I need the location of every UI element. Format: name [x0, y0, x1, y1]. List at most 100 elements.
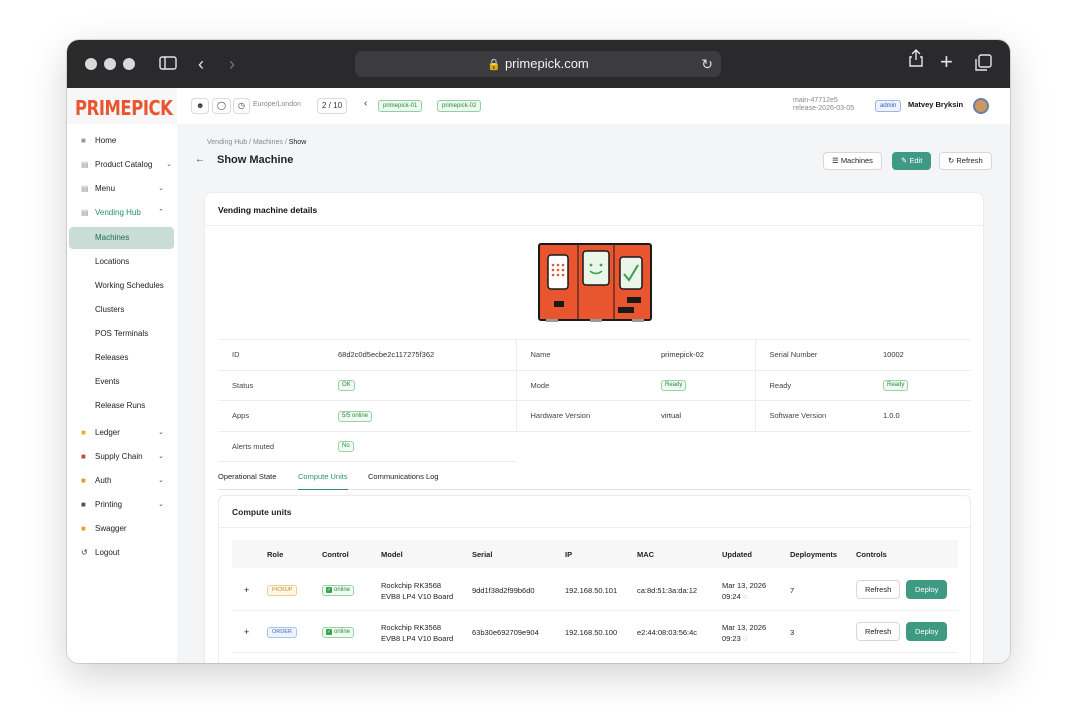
role-badge: ORDER: [267, 627, 297, 638]
edit-button-label: Edit: [909, 156, 923, 165]
role-badge: admin: [875, 100, 902, 112]
sidebar-toggle-icon[interactable]: [159, 52, 177, 76]
row-refresh-button[interactable]: Refresh: [856, 622, 901, 641]
home-icon: ■: [81, 136, 86, 145]
sidebar-item-working-schedules[interactable]: Working Schedules: [69, 275, 174, 297]
globe-icon[interactable]: ◯: [212, 98, 231, 114]
alerts-muted-cell: No: [324, 430, 516, 462]
table-row: + ORDER ✓ online Rockchip RK3568 EVB8 LP4 …: [232, 611, 958, 653]
forward-nav-icon[interactable]: ›: [229, 52, 235, 76]
sidebar-item-releases[interactable]: Releases: [69, 347, 174, 369]
row-refresh-button[interactable]: Refresh: [856, 580, 901, 599]
expand-row-icon[interactable]: +: [244, 585, 249, 595]
sidebar-item-label: Releases: [95, 353, 129, 362]
key-icon: ■: [81, 476, 86, 485]
chevron-down-icon: ⌄: [158, 429, 164, 436]
expand-row-icon[interactable]: +: [244, 627, 249, 637]
zoom-window-button[interactable]: [123, 58, 135, 70]
back-nav-icon[interactable]: ‹: [198, 52, 204, 76]
sidebar-item-events[interactable]: Events: [69, 371, 174, 393]
detail-tabs: Operational State Compute Units Communic…: [218, 470, 971, 490]
model-cell: Rockchip RK3568 EVB8 LP4 V10 Board: [381, 622, 453, 644]
timezone-label[interactable]: Europe/London: [253, 101, 301, 108]
mode-label: Mode: [515, 369, 647, 401]
sidebar-item-swagger[interactable]: ■ Swagger: [69, 518, 174, 540]
updated-cell: Mar 13, 2026 09:24 ○: [722, 580, 766, 602]
col-role[interactable]: Role: [267, 550, 283, 559]
col-updated[interactable]: Updated: [722, 550, 752, 559]
breadcrumb-vending-hub[interactable]: Vending Hub: [207, 139, 247, 146]
sidebar-item-printing[interactable]: ■ Printing ⌄: [69, 494, 174, 516]
table-row: + PICKUP ✓ online Rockchip RK3568 EVB8 LP4…: [232, 569, 958, 611]
tab-operational-state[interactable]: Operational State: [218, 470, 276, 484]
list-icon: ☰: [832, 156, 841, 165]
sidebar-item-product-catalog[interactable]: ▤ Product Catalog ⌄: [69, 154, 174, 176]
updated-time: 09:23: [722, 634, 741, 643]
minimize-window-button[interactable]: [104, 58, 116, 70]
sidebar-item-menu[interactable]: ▤ Menu ⌄: [69, 178, 174, 200]
machine-tag-2[interactable]: primepick-02: [437, 100, 482, 112]
user-icon[interactable]: ☻: [191, 98, 210, 114]
clock-icon[interactable]: ◷: [233, 98, 250, 114]
alerts-muted-label: Alerts muted: [218, 430, 324, 462]
machines-button[interactable]: ☰ Machines: [823, 152, 882, 170]
details-row: Status OK Mode Ready Ready Ready: [218, 369, 971, 401]
sidebar-item-clusters[interactable]: Clusters: [69, 299, 174, 321]
col-model[interactable]: Model: [381, 550, 403, 559]
machines-button-label: Machines: [840, 156, 873, 165]
card-divider: [205, 225, 983, 226]
col-serial[interactable]: Serial: [472, 550, 492, 559]
sidebar-item-release-runs[interactable]: Release Runs: [69, 395, 174, 417]
logout-icon: ↺: [81, 548, 88, 557]
col-control[interactable]: Control: [322, 550, 349, 559]
mac-cell: ca:8d:51:3a:da:12: [637, 586, 698, 595]
sidebar-item-pos-terminals[interactable]: POS Terminals: [69, 323, 174, 345]
compute-units-title: Compute units: [232, 507, 292, 517]
prev-machine-icon[interactable]: ‹: [364, 98, 367, 109]
sidebar-item-home[interactable]: ■ Home: [69, 130, 174, 152]
col-controls[interactable]: Controls: [856, 550, 887, 559]
sidebar-item-logout[interactable]: ↺ Logout: [69, 542, 174, 564]
deploy-button[interactable]: Deploy: [906, 622, 948, 641]
sidebar-item-locations[interactable]: Locations: [69, 251, 174, 273]
user-name[interactable]: Matvey Bryksin: [908, 100, 963, 109]
main-content: Vending Hub / Machines / Show ← Show Mac…: [177, 124, 1010, 663]
share-icon[interactable]: [909, 49, 923, 73]
col-ip[interactable]: IP: [565, 550, 572, 559]
status-label: Status: [218, 369, 324, 401]
tabs-overview-icon[interactable]: [975, 53, 992, 77]
ip-cell: 192.168.50.100: [565, 628, 618, 637]
address-bar[interactable]: 🔒 primepick.com ↻: [355, 51, 721, 77]
col-mac[interactable]: MAC: [637, 550, 654, 559]
catalog-icon: ▤: [81, 160, 89, 169]
build-branch: main-47712e5: [793, 97, 838, 104]
tab-compute-units[interactable]: Compute Units: [298, 470, 348, 490]
updated-date: Mar 13, 2026: [722, 581, 767, 590]
sidebar-item-supply-chain[interactable]: ■ Supply Chain ⌄: [69, 446, 174, 468]
edit-button[interactable]: ✎ Edit: [892, 152, 932, 170]
sidebar-item-ledger[interactable]: ■ Ledger ⌄: [69, 422, 174, 444]
machine-pager[interactable]: 2 / 10: [317, 98, 348, 114]
avatar[interactable]: [973, 98, 989, 114]
chevron-down-icon: ⌄: [158, 453, 164, 460]
col-deployments[interactable]: Deployments: [790, 550, 837, 559]
updated-time: 09:24: [722, 592, 741, 601]
sidebar-item-label: Auth: [95, 476, 112, 485]
back-arrow-icon[interactable]: ←: [195, 154, 205, 165]
name-label: Name: [515, 339, 647, 371]
deploy-button[interactable]: Deploy: [906, 580, 948, 599]
machine-tag-1[interactable]: primepick-01: [378, 100, 423, 112]
chevron-down-icon: ⌄: [158, 477, 164, 484]
sidebar-item-vending-hub[interactable]: ▤ Vending Hub ⌃: [69, 202, 174, 224]
reload-icon[interactable]: ↻: [701, 51, 713, 77]
details-row: ID 68d2c0d5ecbe2c117275f362 Name primepi…: [218, 339, 971, 371]
close-window-button[interactable]: [85, 58, 97, 70]
breadcrumb-machines[interactable]: Machines: [253, 139, 283, 146]
sidebar-item-machines[interactable]: Machines: [69, 227, 174, 249]
new-tab-icon[interactable]: +: [940, 50, 953, 74]
app-logo[interactable]: PRIMEPICK: [75, 96, 173, 120]
details-row: Alerts muted No: [218, 430, 971, 462]
tab-communications-log[interactable]: Communications Log: [368, 470, 438, 484]
refresh-button[interactable]: ↻ Refresh: [939, 152, 992, 170]
sidebar-item-auth[interactable]: ■ Auth ⌄: [69, 470, 174, 492]
